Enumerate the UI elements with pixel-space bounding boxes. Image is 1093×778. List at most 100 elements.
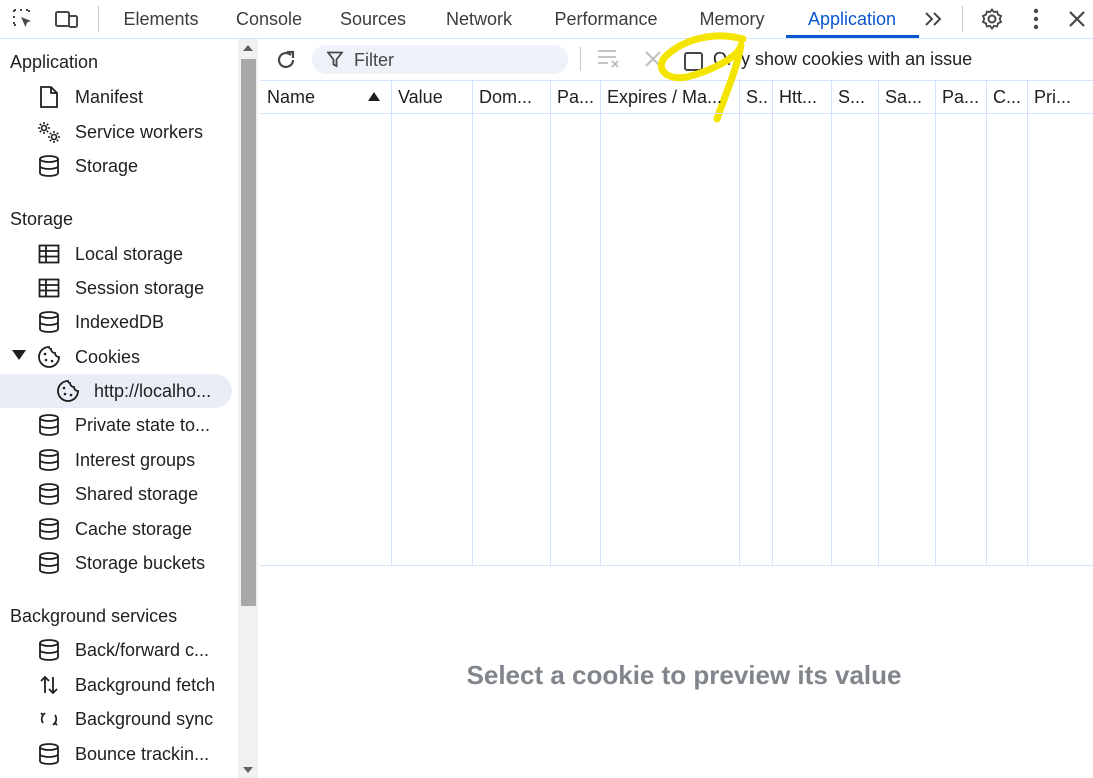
scroll-up-arrow-icon[interactable] xyxy=(243,45,253,51)
cookie-preview-pane: Select a cookie to preview its value xyxy=(260,566,1093,778)
database-icon xyxy=(36,154,62,178)
column-header-path[interactable]: Pa... xyxy=(550,81,600,113)
column-header-priority[interactable]: Pri... xyxy=(1027,81,1093,113)
sidebar-item-storage[interactable]: Storage xyxy=(0,149,232,183)
sidebar-item-manifest[interactable]: Manifest xyxy=(0,80,232,114)
column-divider[interactable] xyxy=(391,81,392,565)
sidebar-item-label: Session storage xyxy=(75,277,205,298)
column-header-domain[interactable]: Dom... xyxy=(472,81,550,113)
database-icon xyxy=(36,638,62,662)
sidebar-item-partial[interactable] xyxy=(0,771,232,778)
sidebar-item-cookies[interactable]: Cookies xyxy=(0,340,232,374)
database-icon xyxy=(36,517,62,541)
column-header-size[interactable]: S.. xyxy=(739,81,772,113)
sidebar-item-session-storage[interactable]: Session storage xyxy=(0,271,232,305)
column-header-expires[interactable]: Expires / Ma... xyxy=(600,81,739,113)
sidebar-item-background-sync[interactable]: Background sync xyxy=(0,702,232,736)
sidebar-item-indexeddb[interactable]: IndexedDB xyxy=(0,305,232,339)
cookie-icon xyxy=(55,379,81,403)
column-divider[interactable] xyxy=(739,81,740,565)
database-icon xyxy=(36,448,62,472)
column-header-partition-key[interactable]: Pa... xyxy=(935,81,986,113)
column-divider[interactable] xyxy=(831,81,832,565)
database-icon xyxy=(36,413,62,437)
sidebar-item-label: Storage xyxy=(75,155,139,176)
highlight-annotation xyxy=(657,32,747,123)
sidebar-item-shared-storage[interactable]: Shared storage xyxy=(0,477,232,511)
filter-box[interactable] xyxy=(312,45,568,74)
database-icon xyxy=(36,310,62,334)
scroll-down-arrow-icon[interactable] xyxy=(243,767,253,773)
column-header-samesite[interactable]: Sa... xyxy=(878,81,935,113)
column-divider[interactable] xyxy=(550,81,551,565)
inspect-element-icon[interactable] xyxy=(8,0,38,38)
document-icon xyxy=(36,85,62,109)
column-divider[interactable] xyxy=(935,81,936,565)
tab-console[interactable]: Console xyxy=(224,0,314,38)
column-header-name[interactable]: Name xyxy=(260,81,391,113)
column-header-label: Name xyxy=(267,87,316,107)
preview-empty-message: Select a cookie to preview its value xyxy=(466,660,902,690)
sidebar-item-bounce-tracking[interactable]: Bounce trackin... xyxy=(0,737,232,771)
column-header-value[interactable]: Value xyxy=(391,81,472,113)
filter-input[interactable] xyxy=(352,47,556,73)
refresh-icon[interactable] xyxy=(272,46,300,74)
column-header-cross-site[interactable]: C... xyxy=(986,81,1027,113)
up-down-arrows-icon xyxy=(36,673,62,697)
sidebar-item-back-forward-cache[interactable]: Back/forward c... xyxy=(0,633,232,667)
sidebar-item-label: Private state to... xyxy=(75,414,211,435)
gears-icon xyxy=(36,120,62,144)
column-divider[interactable] xyxy=(986,81,987,565)
database-icon xyxy=(36,482,62,506)
sidebar-item-storage-buckets[interactable]: Storage buckets xyxy=(0,546,232,580)
sidebar-item-label: Storage buckets xyxy=(75,552,206,573)
sidebar-item-label: IndexedDB xyxy=(75,311,165,332)
sidebar-item-background-fetch[interactable]: Background fetch xyxy=(0,668,232,702)
sidebar-scrollbar[interactable] xyxy=(238,39,258,778)
device-toggle-icon[interactable] xyxy=(52,0,82,38)
tab-performance[interactable]: Performance xyxy=(540,0,672,38)
devtools-tab-bar: Elements Console Sources Network Perform… xyxy=(0,0,1093,39)
sidebar-item-local-storage[interactable]: Local storage xyxy=(0,237,232,271)
sidebar-item-private-state-tokens[interactable]: Private state to... xyxy=(0,408,232,442)
sidebar-item-label: Back/forward c... xyxy=(75,639,210,660)
scrollbar-thumb[interactable] xyxy=(241,59,256,606)
tab-network[interactable]: Network xyxy=(432,0,526,38)
sidebar-item-label: Local storage xyxy=(75,243,184,264)
sidebar-heading-background-services: Background services xyxy=(10,606,178,626)
application-sidebar: Application Manifest Service workers Sto… xyxy=(0,39,238,778)
expand-arrow-icon[interactable] xyxy=(12,350,26,360)
tab-application[interactable]: Application xyxy=(792,0,912,38)
table-icon xyxy=(36,242,62,266)
more-options-icon[interactable] xyxy=(1024,0,1048,38)
sidebar-item-label: Bounce trackin... xyxy=(75,743,210,764)
sidebar-item-label: Background fetch xyxy=(75,674,216,695)
column-divider[interactable] xyxy=(772,81,773,565)
more-tabs-icon[interactable] xyxy=(920,0,948,38)
column-divider[interactable] xyxy=(600,81,601,565)
sync-icon xyxy=(36,707,62,731)
column-header-httponly[interactable]: Htt... xyxy=(772,81,831,113)
tab-sources[interactable]: Sources xyxy=(328,0,418,38)
column-header-secure[interactable]: S... xyxy=(831,81,878,113)
sidebar-item-cookies-localhost[interactable]: http://localho... xyxy=(0,374,232,408)
clear-filtered-icon[interactable] xyxy=(596,47,622,74)
sidebar-item-label: Background sync xyxy=(75,708,214,729)
database-icon xyxy=(36,742,62,766)
sidebar-item-label: http://localho... xyxy=(94,380,212,401)
column-divider[interactable] xyxy=(878,81,879,565)
database-icon xyxy=(36,551,62,575)
close-icon[interactable] xyxy=(1064,0,1090,38)
column-divider[interactable] xyxy=(1027,81,1028,565)
sidebar-item-label: Interest groups xyxy=(75,449,196,470)
sidebar-item-interest-groups[interactable]: Interest groups xyxy=(0,443,232,477)
toolbar-divider xyxy=(580,47,581,71)
cookies-toolbar: Only show cookies with an issue xyxy=(260,32,1093,123)
sidebar-item-label: Manifest xyxy=(75,86,144,107)
tab-elements[interactable]: Elements xyxy=(112,0,210,38)
sidebar-item-service-workers[interactable]: Service workers xyxy=(0,115,232,149)
sidebar-item-cache-storage[interactable]: Cache storage xyxy=(0,512,232,546)
column-divider[interactable] xyxy=(472,81,473,565)
sidebar-heading-storage: Storage xyxy=(10,209,74,229)
settings-gear-icon[interactable] xyxy=(978,0,1006,38)
